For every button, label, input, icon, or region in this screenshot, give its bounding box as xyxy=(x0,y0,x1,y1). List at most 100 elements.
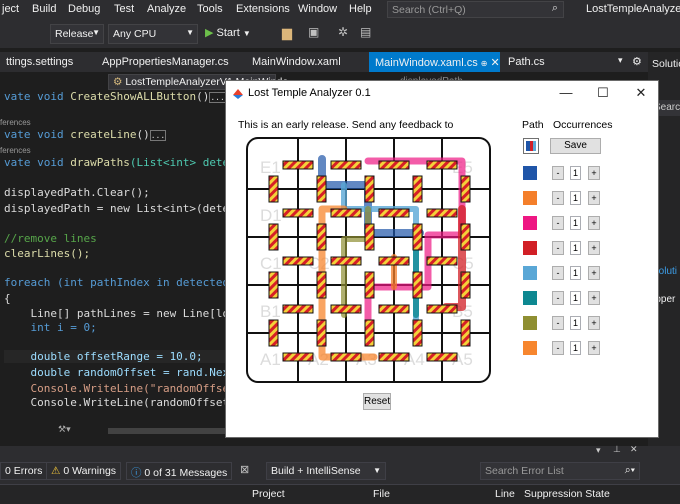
filter-icon[interactable]: ⊠ xyxy=(240,463,249,476)
occurrence-field[interactable]: 1 xyxy=(570,241,581,255)
tool-icon[interactable]: ▤ xyxy=(360,25,371,39)
intro-text: This is an early release. Send any feedb… xyxy=(238,119,454,131)
info-icon: ⓘ xyxy=(131,467,142,479)
settings-gear-icon[interactable]: ⚙ xyxy=(632,55,642,68)
platform-dropdown[interactable]: Any CPU ▼ xyxy=(108,24,198,44)
occurrence-field[interactable]: 1 xyxy=(570,291,581,305)
path-color-swatch[interactable] xyxy=(523,291,537,305)
occurrence-field[interactable]: 1 xyxy=(570,191,581,205)
increment-button[interactable]: + xyxy=(588,191,600,205)
increment-button[interactable]: + xyxy=(588,216,600,230)
path-color-swatch[interactable] xyxy=(523,266,537,280)
pin-icon[interactable]: ⊕ xyxy=(481,59,488,68)
tab-settings[interactable]: ttings.settings xyxy=(0,52,79,72)
menu-tools[interactable]: Tools xyxy=(197,3,223,15)
menu-test[interactable]: Test xyxy=(114,3,134,15)
error-list-columns: Project File Line Suppression State xyxy=(0,484,680,504)
search-box[interactable]: Search (Ctrl+Q) ⌕ xyxy=(387,1,564,18)
error-search-placeholder: Search Error List xyxy=(485,465,564,477)
code-line: double randomOffset = rand.Next xyxy=(4,366,236,379)
menu-project[interactable]: ject xyxy=(2,3,19,15)
references-codelens[interactable]: ferences xyxy=(0,146,31,155)
door-marker xyxy=(282,304,314,314)
tab-mainwindow-xaml-cs[interactable]: MainWindow.xaml.cs ⊕ ✕ xyxy=(369,52,500,72)
references-codelens[interactable]: ferences xyxy=(0,118,31,127)
path-color-swatch[interactable] xyxy=(523,316,537,330)
close-icon[interactable]: ✕ xyxy=(630,444,638,455)
tab-mainwindow-xaml[interactable]: MainWindow.xaml xyxy=(246,52,347,72)
decrement-button[interactable]: - xyxy=(552,316,564,330)
increment-button[interactable]: + xyxy=(588,316,600,330)
path-color-swatch[interactable] xyxy=(523,341,537,355)
config-value: Release xyxy=(55,28,94,40)
close-button[interactable]: ✕ xyxy=(631,85,651,103)
tab-overflow-icon[interactable]: ▾ xyxy=(618,55,623,66)
occurrence-field[interactable]: 1 xyxy=(570,341,581,355)
occurrence-field[interactable]: 1 xyxy=(570,216,581,230)
decrement-button[interactable]: - xyxy=(552,241,564,255)
save-button[interactable]: Save xyxy=(550,138,601,154)
path-line xyxy=(341,182,419,322)
tab-path-cs[interactable]: Path.cs xyxy=(502,52,551,72)
door-marker xyxy=(268,223,279,251)
occurrence-field[interactable]: 1 xyxy=(570,166,581,180)
tab-apppropertiesmanager[interactable]: AppPropertiesManager.cs xyxy=(96,52,235,72)
decrement-button[interactable]: - xyxy=(552,216,564,230)
menu-window[interactable]: Window xyxy=(298,3,337,15)
door-marker xyxy=(330,256,362,266)
decrement-button[interactable]: - xyxy=(552,341,564,355)
increment-button[interactable]: + xyxy=(588,266,600,280)
occurrence-field[interactable]: 1 xyxy=(570,266,581,280)
column-file[interactable]: File xyxy=(373,488,390,500)
reset-button[interactable]: Reset xyxy=(363,393,391,410)
door-marker xyxy=(364,271,375,299)
minimize-button[interactable]: — xyxy=(556,85,576,103)
config-dropdown[interactable]: Release ▼ xyxy=(50,24,104,44)
scroll-thumb[interactable] xyxy=(108,428,228,434)
menu-extensions[interactable]: Extensions xyxy=(236,3,290,15)
dropdown-icon[interactable]: ▾ xyxy=(596,445,601,456)
column-suppression[interactable]: Suppression State xyxy=(524,488,610,500)
column-line[interactable]: Line xyxy=(495,488,515,500)
start-button[interactable]: ▶ Start ▼ xyxy=(205,26,251,39)
menu-analyze[interactable]: Analyze xyxy=(147,3,186,15)
all-paths-swatch[interactable] xyxy=(523,138,539,154)
code-line: foreach (int pathIndex in detectedP xyxy=(4,276,236,289)
panel-header: ▾ ⊥ ✕ xyxy=(0,444,680,458)
errors-filter[interactable]: 0 Errors xyxy=(0,462,48,480)
increment-button[interactable]: + xyxy=(588,166,600,180)
decrement-button[interactable]: - xyxy=(552,191,564,205)
door-marker xyxy=(378,160,410,170)
path-color-swatch[interactable] xyxy=(523,166,537,180)
pin-icon[interactable]: ⊥ xyxy=(613,444,621,455)
gear-icon[interactable]: ✲ xyxy=(338,25,348,39)
door-marker xyxy=(282,160,314,170)
warnings-filter[interactable]: ⚠ 0 Warnings xyxy=(46,462,122,480)
increment-button[interactable]: + xyxy=(588,241,600,255)
scroll-options-icon[interactable]: ⚒▾ xyxy=(58,424,71,435)
decrement-button[interactable]: - xyxy=(552,166,564,180)
menu-debug[interactable]: Debug xyxy=(68,3,100,15)
app-window: Lost Temple Analyzer 0.1 — ☐ ✕ This is a… xyxy=(225,80,659,438)
path-color-swatch[interactable] xyxy=(523,216,537,230)
door-marker xyxy=(412,319,423,347)
close-icon[interactable]: ✕ xyxy=(491,57,500,69)
folder-icon[interactable]: ▆ xyxy=(282,25,292,41)
temple-map[interactable]: E1 E5 D1 C1 C2 C5 B1 B5 A1 A2 A3 A4 A5 xyxy=(246,137,491,383)
scope-dropdown[interactable]: Build + IntelliSense ▼ xyxy=(266,462,386,480)
menu-help[interactable]: Help xyxy=(349,3,372,15)
column-project[interactable]: Project xyxy=(252,488,285,500)
increment-button[interactable]: + xyxy=(588,341,600,355)
decrement-button[interactable]: - xyxy=(552,266,564,280)
menu-build[interactable]: Build xyxy=(32,3,56,15)
decrement-button[interactable]: - xyxy=(552,291,564,305)
window-icon[interactable]: ▣ xyxy=(308,25,319,39)
path-color-swatch[interactable] xyxy=(523,191,537,205)
occurrence-field[interactable]: 1 xyxy=(570,316,581,330)
error-search-input[interactable]: Search Error List ⌕▾ xyxy=(480,462,640,480)
tab-label: Path.cs xyxy=(508,56,545,68)
increment-button[interactable]: + xyxy=(588,291,600,305)
path-color-swatch[interactable] xyxy=(523,241,537,255)
messages-filter[interactable]: ⓘ 0 of 31 Messages xyxy=(126,462,233,480)
maximize-button[interactable]: ☐ xyxy=(593,85,613,103)
